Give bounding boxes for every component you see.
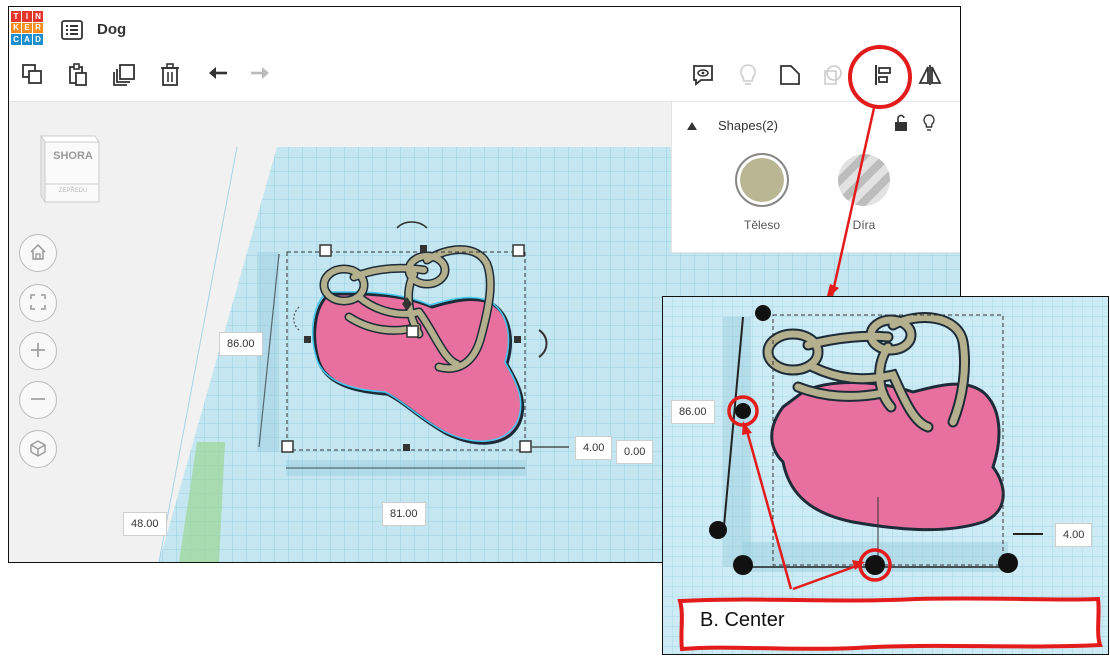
collapse-panel-icon[interactable] <box>686 118 698 130</box>
lock-icon[interactable] <box>894 114 908 132</box>
hole-swatch[interactable] <box>838 154 890 206</box>
center-callout: B. Center <box>677 596 1103 652</box>
shapes-panel-title: Shapes(2) <box>718 118 778 133</box>
logo-letter: E <box>22 22 32 34</box>
header-bar: T I N K E R C A D Dog <box>9 7 960 53</box>
design-list-icon[interactable] <box>61 20 83 40</box>
logo-letter: I <box>22 11 32 22</box>
solid-swatch[interactable] <box>735 153 789 207</box>
logo-letter: N <box>33 11 43 22</box>
logo-letter: T <box>11 11 21 22</box>
notes-icon[interactable] <box>690 63 716 89</box>
paste-icon[interactable] <box>65 63 91 89</box>
logo-letter: K <box>11 22 21 34</box>
hole-label: Díra <box>852 218 876 232</box>
duplicate-icon[interactable] <box>111 63 137 89</box>
logo-letter: A <box>22 34 32 45</box>
undo-icon[interactable] <box>205 63 231 89</box>
panel-lightbulb-icon[interactable] <box>922 114 936 132</box>
solid-label: Těleso <box>743 218 781 232</box>
design-title[interactable]: Dog <box>97 21 126 38</box>
width-dimension-field[interactable]: 81.00 <box>382 502 426 526</box>
shape-icon[interactable] <box>777 63 803 89</box>
tinkercad-logo[interactable]: T I N K E R C A D <box>11 11 43 45</box>
mirror-icon[interactable] <box>917 63 943 89</box>
redo-icon[interactable] <box>247 63 273 89</box>
logo-letter: R <box>33 22 43 34</box>
callout-text: B. Center <box>700 609 785 631</box>
zoom-height-dimension: 86.00 <box>671 400 715 424</box>
copy-icon[interactable] <box>19 63 45 89</box>
toolbar <box>9 53 960 102</box>
logo-letter: D <box>33 34 43 45</box>
zoom-depth-dimension: 4.00 <box>1055 523 1093 547</box>
shape-inspector-panel: Shapes(2) Těleso Díra <box>671 102 960 253</box>
lightbulb-icon[interactable] <box>735 63 761 89</box>
depth-dimension-field[interactable]: 4.00 <box>575 436 613 460</box>
elevation-dimension-field[interactable]: 0.00 <box>616 440 654 464</box>
grid-offset-field[interactable]: 48.00 <box>123 512 167 536</box>
hole-icon[interactable] <box>819 63 845 89</box>
align-icon[interactable] <box>871 63 897 89</box>
height-dimension-field[interactable]: 86.00 <box>219 332 263 356</box>
delete-icon[interactable] <box>157 63 183 89</box>
logo-letter: C <box>11 34 21 45</box>
